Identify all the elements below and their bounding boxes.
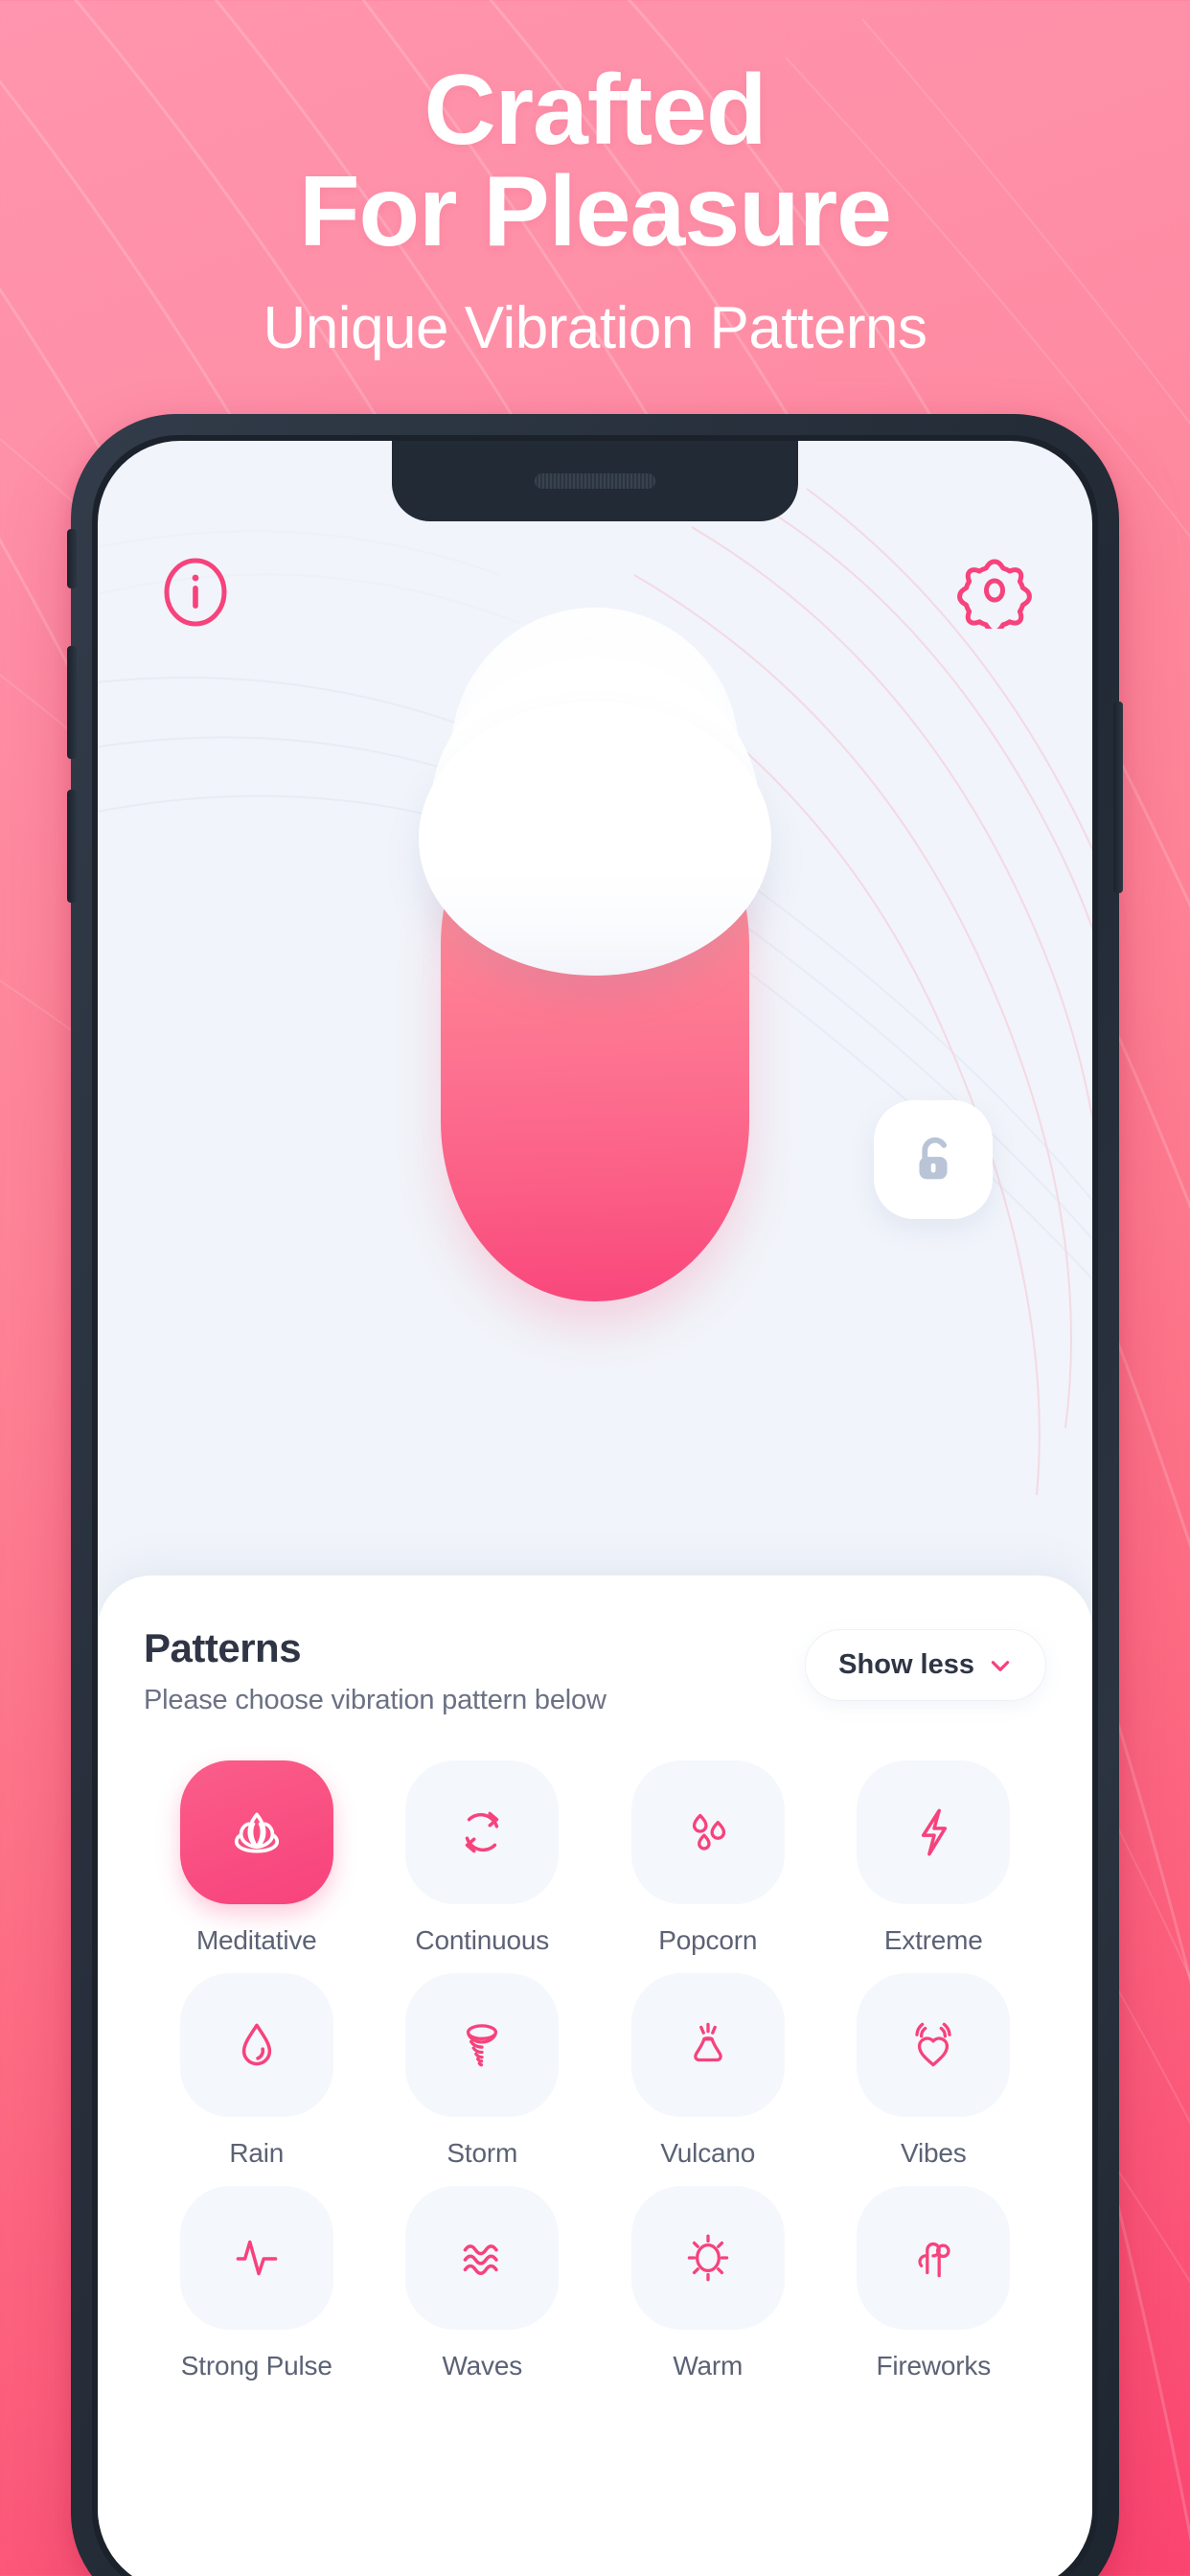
- heart-wave-icon: [915, 2022, 951, 2067]
- refresh-icon: [466, 1811, 499, 1853]
- fireworks-icon: [918, 2242, 950, 2278]
- pattern-label: Strong Pulse: [180, 2351, 332, 2380]
- tornado-icon: [467, 2024, 498, 2067]
- phone-power-button[interactable]: [1113, 702, 1123, 893]
- pattern-label: Rain: [229, 2138, 285, 2168]
- unlock-icon: [919, 1137, 948, 1180]
- pattern-label: Warm: [673, 2351, 744, 2380]
- pattern-item-vibes[interactable]: Vibes: [821, 1973, 1047, 2169]
- pattern-tile[interactable]: [405, 1760, 560, 1904]
- pattern-tile[interactable]: [857, 1760, 1011, 1904]
- title-line-1: Crafted: [423, 55, 767, 166]
- show-less-button[interactable]: Show less: [805, 1629, 1046, 1701]
- sun-icon: [687, 2234, 728, 2282]
- show-less-label: Show less: [838, 1649, 974, 1680]
- pattern-item-waves[interactable]: Waves: [370, 2186, 596, 2381]
- pattern-item-strong-pulse[interactable]: Strong Pulse: [144, 2186, 370, 2381]
- pattern-tile[interactable]: [857, 2186, 1011, 2330]
- pattern-tile[interactable]: [630, 1973, 785, 2117]
- page-title: Crafted For Pleasure: [0, 0, 1190, 263]
- info-circle-icon: [164, 558, 227, 627]
- lightning-icon: [922, 1808, 948, 1856]
- phone-mockup: Patterns Please choose vibration pattern…: [67, 414, 1123, 2576]
- phone-mute-switch[interactable]: [67, 529, 77, 588]
- pattern-item-fireworks[interactable]: Fireworks: [821, 2186, 1047, 2381]
- title-line-2: For Pleasure: [298, 156, 892, 267]
- settings-button[interactable]: [956, 552, 1033, 634]
- pattern-item-popcorn[interactable]: Popcorn: [595, 1760, 821, 1956]
- pattern-tile[interactable]: [179, 1760, 333, 1904]
- pattern-label: Extreme: [883, 1925, 983, 1955]
- pattern-tile[interactable]: [179, 2186, 333, 2330]
- pattern-tile[interactable]: [857, 1973, 1011, 2117]
- device-head: [419, 702, 771, 976]
- pattern-tile[interactable]: [179, 1973, 333, 2117]
- app-top-bar: [98, 544, 1092, 650]
- lock-button[interactable]: [874, 1100, 993, 1219]
- device-illustration: [98, 594, 1092, 1342]
- lotus-icon: [234, 1812, 279, 1853]
- phone-notch: [392, 441, 798, 521]
- pattern-item-storm[interactable]: Storm: [370, 1973, 596, 2169]
- gear-icon: [957, 559, 1032, 634]
- patterns-header: Patterns Please choose vibration pattern…: [144, 1625, 1046, 1716]
- pattern-item-continuous[interactable]: Continuous: [370, 1760, 596, 1956]
- phone-volume-up-button[interactable]: [67, 646, 77, 759]
- pattern-tile[interactable]: [630, 2186, 785, 2330]
- phone-screen: Patterns Please choose vibration pattern…: [98, 441, 1092, 2576]
- patterns-title: Patterns: [144, 1625, 302, 1670]
- pattern-item-extreme[interactable]: Extreme: [821, 1760, 1047, 1956]
- page-subtitle: Unique Vibration Patterns: [263, 295, 927, 361]
- droplet-icon: [241, 2023, 271, 2066]
- pattern-label: Waves: [442, 2351, 523, 2380]
- pattern-label: Fireworks: [876, 2351, 992, 2380]
- waves-icon: [463, 2244, 498, 2275]
- pattern-item-rain[interactable]: Rain: [144, 1973, 370, 2169]
- info-button[interactable]: [157, 554, 234, 631]
- chevron-down-icon: [991, 1660, 1010, 1671]
- pattern-label: Storm: [446, 2138, 518, 2168]
- pattern-label: Continuous: [415, 1925, 550, 1955]
- popcorn-icon: [692, 1813, 725, 1851]
- patterns-subtitle: Please choose vibration pattern below: [144, 1685, 606, 1715]
- phone-bezel: Patterns Please choose vibration pattern…: [92, 435, 1098, 2576]
- pattern-label: Vibes: [900, 2138, 967, 2168]
- pattern-item-warm[interactable]: Warm: [595, 2186, 821, 2381]
- patterns-grid: Meditative Continuous Popcorn Extreme Ra…: [144, 1760, 1046, 2381]
- pattern-tile[interactable]: [405, 1973, 560, 2117]
- earpiece-speaker: [535, 473, 655, 489]
- pattern-item-vulcano[interactable]: Vulcano: [595, 1973, 821, 2169]
- volcano-icon: [694, 2022, 722, 2062]
- pattern-label: Vulcano: [660, 2138, 756, 2168]
- patterns-header-text: Patterns Please choose vibration pattern…: [144, 1625, 606, 1716]
- phone-volume-down-button[interactable]: [67, 790, 77, 903]
- pattern-label: Meditative: [195, 1925, 317, 1955]
- pattern-item-meditative[interactable]: Meditative: [144, 1760, 370, 1956]
- patterns-sheet: Patterns Please choose vibration pattern…: [98, 1576, 1092, 2576]
- pattern-tile[interactable]: [630, 1760, 785, 1904]
- pattern-tile[interactable]: [405, 2186, 560, 2330]
- hero-section: Crafted For Pleasure Unique Vibration Pa…: [0, 0, 1190, 362]
- pattern-label: Popcorn: [658, 1925, 758, 1955]
- pulse-icon: [236, 2240, 278, 2276]
